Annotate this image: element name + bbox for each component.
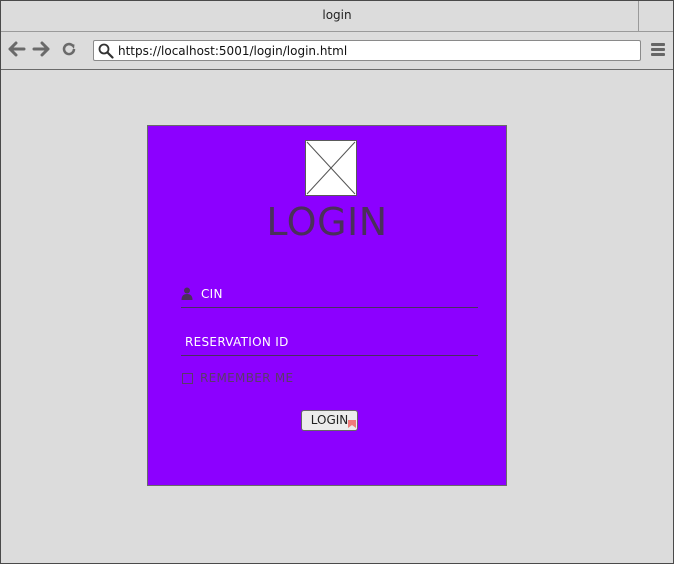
window-title: login xyxy=(322,8,352,22)
cin-placeholder: CIN xyxy=(201,287,223,301)
browser-window: login https://localhost:5001/login/login… xyxy=(0,0,674,564)
reload-icon xyxy=(62,42,76,56)
reservation-id-field[interactable]: RESERVATION ID xyxy=(181,331,478,356)
back-arrow-icon xyxy=(8,41,26,57)
login-button[interactable]: LOGIN xyxy=(301,410,358,431)
cin-field[interactable]: CIN xyxy=(181,283,478,308)
remember-me-label: REMEMBER ME xyxy=(200,371,294,385)
forward-arrow-icon xyxy=(32,41,50,57)
image-placeholder-cross xyxy=(306,141,356,195)
search-icon xyxy=(98,43,114,59)
remember-me-checkbox[interactable] xyxy=(182,373,193,384)
title-divider xyxy=(638,1,639,31)
login-card: LOGIN CIN RESERVATION ID REMEMBER ME LOG… xyxy=(147,125,507,486)
browser-toolbar: https://localhost:5001/login/login.html xyxy=(1,32,673,70)
reservation-id-placeholder: RESERVATION ID xyxy=(185,335,289,349)
image-placeholder-icon xyxy=(305,140,357,196)
login-heading: LOGIN xyxy=(266,200,388,244)
back-button[interactable] xyxy=(7,39,27,59)
address-bar[interactable]: https://localhost:5001/login/login.html xyxy=(93,40,641,61)
forward-button[interactable] xyxy=(31,39,51,59)
title-bar: login xyxy=(1,1,673,32)
hamburger-menu-icon[interactable] xyxy=(651,43,665,57)
cursor-marker-icon xyxy=(348,420,356,428)
login-button-label: LOGIN xyxy=(310,413,349,427)
url-text: https://localhost:5001/login/login.html xyxy=(118,44,348,58)
user-icon xyxy=(181,287,193,300)
reload-button[interactable] xyxy=(59,39,79,59)
